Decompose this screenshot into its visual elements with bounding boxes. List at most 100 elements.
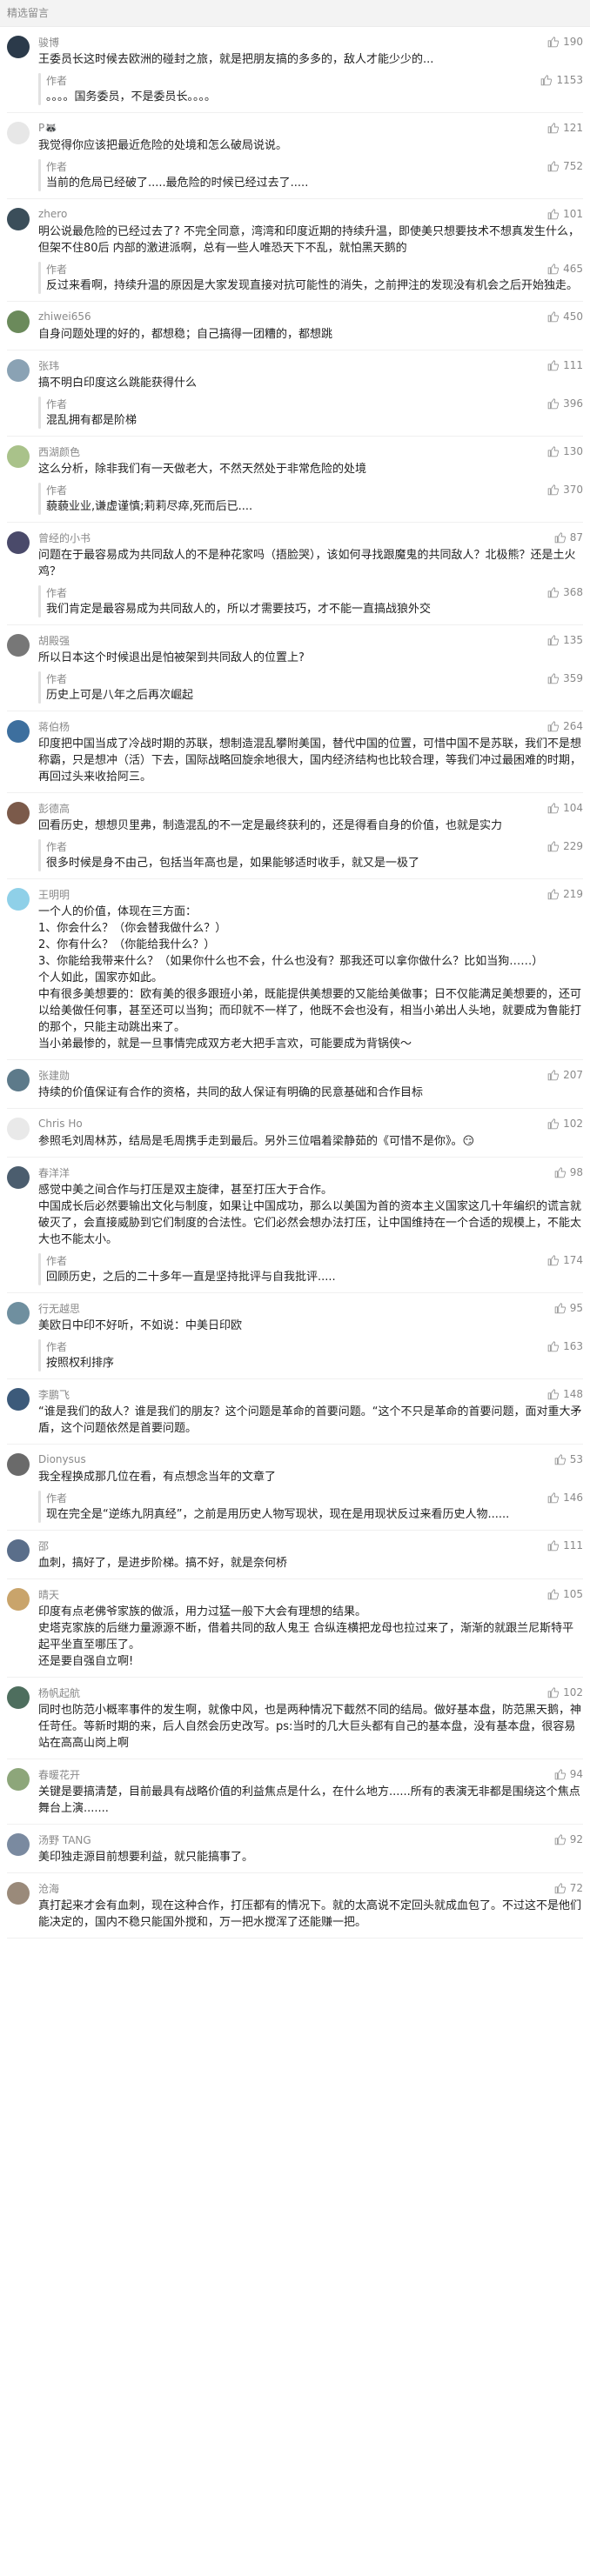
avatar[interactable] <box>7 359 30 382</box>
comment-text: 回看历史，想想贝里弗，制造混乱的不一定是最终获利的，还是得看自身的价值，也就是实… <box>38 819 503 832</box>
reply-author-name: 作者 <box>46 586 68 599</box>
like-button[interactable]: 105 <box>547 1588 583 1600</box>
like-button[interactable]: 111 <box>547 359 583 371</box>
commenter-name[interactable]: 曾经的小书 <box>38 531 91 545</box>
like-button[interactable]: 111 <box>547 1539 583 1552</box>
comment-item: 曾经的小书 87 问题在于最容易成为共同敌人的不是种花家吗（捂脸哭），该如何寻找… <box>7 523 583 625</box>
commenter-name[interactable]: 张建勋 <box>38 1068 70 1083</box>
commenter-name[interactable]: 行无越思 <box>38 1301 80 1316</box>
reply-like-button[interactable]: 146 <box>547 1492 583 1504</box>
commenter-name[interactable]: 春暖花开 <box>38 1767 80 1782</box>
like-button[interactable]: 92 <box>554 1833 583 1845</box>
avatar[interactable] <box>7 634 30 657</box>
like-button[interactable]: 53 <box>554 1453 583 1465</box>
commenter-name[interactable]: 汤野 TANG <box>38 1832 91 1847</box>
like-button[interactable]: 207 <box>547 1069 583 1081</box>
like-button[interactable]: 190 <box>547 36 583 48</box>
avatar[interactable] <box>7 1588 30 1611</box>
commenter-name[interactable]: 王明明 <box>38 887 70 902</box>
commenter-name[interactable]: zhero <box>38 208 67 220</box>
avatar[interactable] <box>7 36 30 58</box>
avatar[interactable] <box>7 720 30 743</box>
reply-like-button[interactable]: 229 <box>547 840 583 852</box>
thumbs-up-icon <box>547 1389 560 1400</box>
commenter-name[interactable]: zhiwei656 <box>38 310 91 323</box>
reply-like-button[interactable]: 1153 <box>540 74 583 86</box>
commenter-name[interactable]: 蒋伯杨 <box>38 719 70 734</box>
avatar[interactable] <box>7 1118 30 1140</box>
commenter-name[interactable]: P🦝 <box>38 122 57 134</box>
avatar[interactable] <box>7 1453 30 1476</box>
thumbs-up-icon <box>554 1834 566 1845</box>
like-button[interactable]: 450 <box>547 310 583 323</box>
avatar[interactable] <box>7 531 30 554</box>
commenter-name[interactable]: 胡殿强 <box>38 633 70 648</box>
like-button[interactable]: 102 <box>547 1686 583 1698</box>
avatar[interactable] <box>7 1166 30 1189</box>
avatar[interactable] <box>7 445 30 468</box>
commenter-name[interactable]: 邵 <box>38 1538 49 1553</box>
avatar[interactable] <box>7 802 30 824</box>
avatar[interactable] <box>7 1882 30 1905</box>
commenter-name[interactable]: 骏博 <box>38 35 59 50</box>
reply-like-count: 370 <box>563 484 583 496</box>
commenter-name[interactable]: 杨帆起航 <box>38 1685 80 1700</box>
avatar[interactable] <box>7 122 30 144</box>
avatar[interactable] <box>7 1069 30 1091</box>
commenter-name[interactable]: 张玮 <box>38 358 59 373</box>
comment-text: 真打起来才会有血刺，现在这种合作，打压都有的情况下。就的太高说不定回头就成血包了… <box>38 1899 582 1929</box>
reply-like-button[interactable]: 359 <box>547 672 583 684</box>
author-reply: 作者 396 混乱拥有都是阶梯 <box>38 397 583 429</box>
reply-like-count: 368 <box>563 586 583 598</box>
commenter-name[interactable]: 沧海 <box>38 1881 59 1896</box>
reply-like-button[interactable]: 174 <box>547 1254 583 1266</box>
reply-like-button[interactable]: 368 <box>547 586 583 598</box>
like-button[interactable]: 98 <box>554 1166 583 1178</box>
avatar[interactable] <box>7 1539 30 1562</box>
avatar[interactable] <box>7 310 30 333</box>
comment-item: 汤野 TANG 92 美印独走源目前想要利益，就只能搞事了。 <box>7 1825 583 1873</box>
like-button[interactable]: 72 <box>554 1882 583 1894</box>
commenter-name[interactable]: 李鹏飞 <box>38 1387 70 1402</box>
comment-text: 自身问题处理的好的，都想稳；自己搞得一团糟的，都想跳 <box>38 328 333 341</box>
avatar[interactable] <box>7 1302 30 1325</box>
avatar[interactable] <box>7 1768 30 1791</box>
comment-text: 同时也防范小概率事件的发生啊，就像中风，也是两种情况下截然不同的结局。做好基本盘… <box>38 1704 582 1750</box>
reply-like-button[interactable]: 752 <box>547 160 583 172</box>
commenter-name[interactable]: Chris Ho <box>38 1118 83 1130</box>
avatar[interactable] <box>7 1686 30 1709</box>
like-button[interactable]: 94 <box>554 1768 583 1780</box>
avatar[interactable] <box>7 888 30 911</box>
reply-like-button[interactable]: 370 <box>547 484 583 496</box>
commenter-name[interactable]: 西湖颜色 <box>38 444 80 459</box>
reply-like-button[interactable]: 396 <box>547 397 583 410</box>
comment-item: 邵 111 血刺，搞好了，是进步阶梯。搞不好，就是奈何桥 <box>7 1531 583 1579</box>
like-button[interactable]: 130 <box>547 445 583 457</box>
thumbs-up-icon <box>547 889 560 900</box>
reply-bar <box>38 671 41 704</box>
comment-body: 春暖花开 94 关键是要搞清楚，目前最具有战略价值的利益焦点是什么，在什么地方.… <box>38 1766 583 1817</box>
like-button[interactable]: 87 <box>554 531 583 544</box>
commenter-name[interactable]: 彭德高 <box>38 801 70 816</box>
commenter-name[interactable]: Dionysus <box>38 1453 86 1465</box>
like-button[interactable]: 104 <box>547 802 583 814</box>
comment-list: 骏博 190 王委员长这时候去欧洲的碰封之旅，就是把朋友搞的多多的，敌人才能少少… <box>0 27 590 1939</box>
like-button[interactable]: 264 <box>547 720 583 732</box>
reply-like-button[interactable]: 465 <box>547 263 583 275</box>
like-button[interactable]: 135 <box>547 634 583 646</box>
like-button[interactable]: 102 <box>547 1118 583 1130</box>
comment-header: 春暖花开 94 <box>38 1766 583 1782</box>
like-button[interactable]: 219 <box>547 888 583 900</box>
like-button[interactable]: 95 <box>554 1302 583 1314</box>
avatar[interactable] <box>7 1388 30 1411</box>
author-reply: 作者 465 反过来看啊，持续升温的原因是大家发现直接对抗可能性的消失，之前押注… <box>38 262 583 294</box>
commenter-name[interactable]: 春洋洋 <box>38 1165 70 1180</box>
reply-bar <box>38 159 41 191</box>
commenter-name[interactable]: 晴天 <box>38 1587 59 1602</box>
like-button[interactable]: 148 <box>547 1388 583 1400</box>
like-button[interactable]: 101 <box>547 208 583 220</box>
like-button[interactable]: 121 <box>547 122 583 134</box>
reply-like-button[interactable]: 163 <box>547 1340 583 1352</box>
avatar[interactable] <box>7 1833 30 1856</box>
avatar[interactable] <box>7 208 30 230</box>
